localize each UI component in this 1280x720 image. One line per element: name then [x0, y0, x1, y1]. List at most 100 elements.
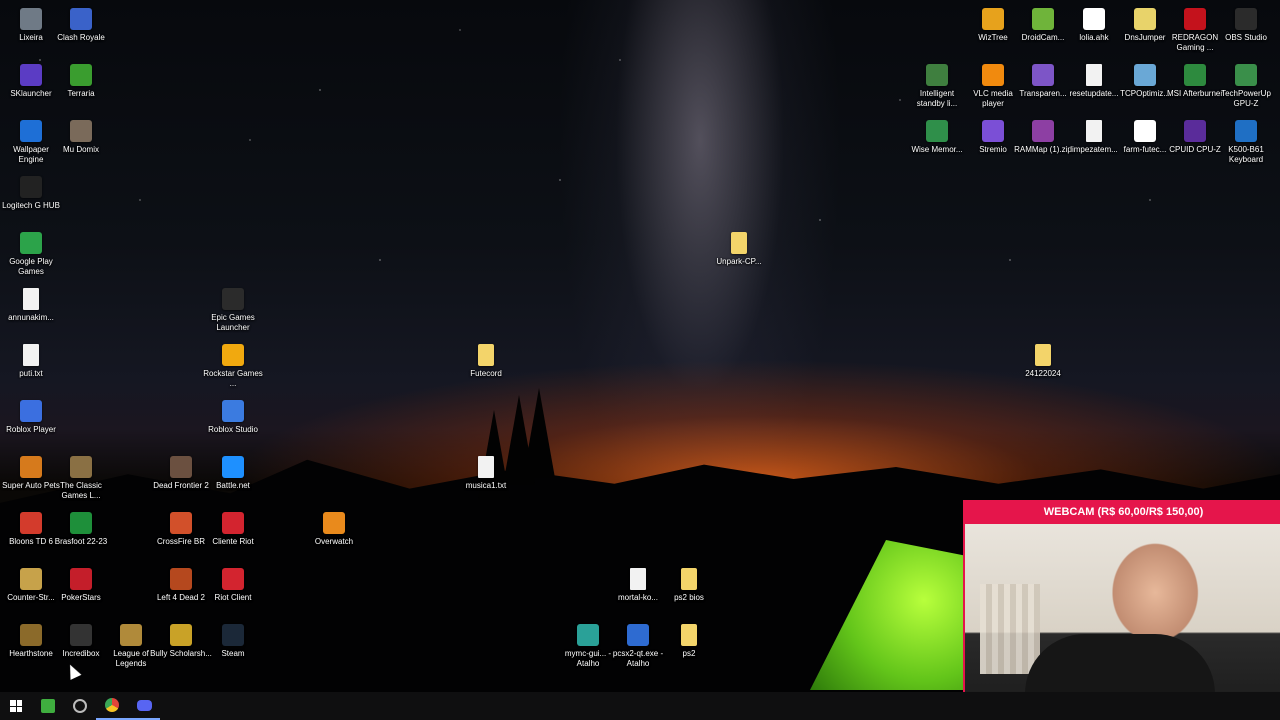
desktop-icon[interactable]: Cliente Riot [202, 508, 264, 566]
obs-studio-icon [1235, 8, 1257, 30]
folder-icon [681, 568, 697, 590]
taskbar-app-green[interactable] [32, 692, 64, 720]
desktop-icon[interactable]: Google Play Games [0, 228, 62, 286]
wise-memory-icon [926, 120, 948, 142]
windows-logo-icon [10, 700, 22, 712]
transparent-icon [1032, 64, 1054, 86]
desktop-icon[interactable]: Brasfoot 22-23 [50, 508, 112, 566]
webcam-overlay: WEBCAM (R$ 60,00/R$ 150,00) [963, 500, 1280, 720]
desktop-icon-label: Epic Games Launcher [211, 313, 255, 332]
desktop-icon[interactable]: Epic Games Launcher [202, 284, 264, 342]
desktop-icon[interactable]: K500-B61 Keyboard [1215, 116, 1277, 174]
desktop-icon[interactable]: ps2 bios [658, 564, 720, 622]
desktop-icon[interactable]: puti.txt [0, 340, 62, 398]
desktop-icon[interactable]: Rockstar Games ... [202, 340, 264, 398]
pcsx2-shortcut-icon [627, 624, 649, 646]
desktop-icon-label: Wise Memor... [911, 145, 963, 154]
desktop-icon-label: Riot Client [214, 593, 252, 602]
ahk-file-icon [1083, 8, 1105, 30]
epic-games-icon [222, 288, 244, 310]
desktop-icon[interactable]: Roblox Player [0, 396, 62, 454]
google-play-games-icon [20, 232, 42, 254]
clash-royale-icon [70, 8, 92, 30]
desktop-icon-label: PokerStars [61, 593, 101, 602]
document-icon [1086, 64, 1102, 86]
desktop-icon-label: Logitech G HUB [2, 201, 60, 210]
hearthstone-icon [20, 624, 42, 646]
desktop-icon[interactable]: Wise Memor... [906, 116, 968, 174]
desktop-icon-label: ps2 [682, 649, 696, 658]
desktop-icon[interactable]: Riot Client [202, 564, 264, 622]
overwatch-icon [323, 512, 345, 534]
taskbar-obs[interactable] [64, 692, 96, 720]
brasfoot-icon [70, 512, 92, 534]
desktop-icon[interactable]: ps2 [658, 620, 720, 678]
desktop-icon[interactable]: Mu Domix [50, 116, 112, 174]
text-file-icon [23, 344, 39, 366]
pokerstars-icon [70, 568, 92, 590]
sklauncher-icon [20, 64, 42, 86]
stremio-icon [982, 120, 1004, 142]
roblox-player-icon [20, 400, 42, 422]
super-auto-pets-icon [20, 456, 42, 478]
mymc-shortcut-icon [577, 624, 599, 646]
dead-frontier-icon [170, 456, 192, 478]
desktop-icon-label: Futecord [470, 369, 502, 378]
desktop-icon[interactable]: The Classic Games L... [50, 452, 112, 510]
desktop-icon-label: Unpark-CP... [716, 257, 762, 266]
taskbar [0, 692, 1280, 720]
desktop-icon[interactable]: musica1.txt [455, 452, 517, 510]
mu-domix-icon [70, 120, 92, 142]
chrome-icon [105, 698, 119, 712]
dnsjumper-icon [1134, 8, 1156, 30]
text-file-icon [478, 456, 494, 478]
desktop-icon[interactable]: OBS Studio [1215, 4, 1277, 62]
desktop-icon-label: K500-B61 Keyboard [1228, 145, 1264, 164]
desktop-icon-label: Rockstar Games ... [203, 369, 263, 388]
desktop-icon[interactable]: Terraria [50, 60, 112, 118]
recycle-bin-icon [20, 8, 42, 30]
desktop-icon-label: Battle.net [216, 481, 250, 490]
desktop-icon-label: Overwatch [314, 537, 354, 546]
webcam-feed [965, 524, 1280, 720]
desktop-icon[interactable]: annunakim... [0, 284, 62, 342]
cpu-z-icon [1184, 120, 1206, 142]
desktop-icon[interactable]: TechPowerUp GPU-Z [1215, 60, 1277, 118]
desktop-icon-label: Roblox Player [6, 425, 56, 434]
desktop-icon[interactable]: Steam [202, 620, 264, 678]
desktop-icon[interactable]: Clash Royale [50, 4, 112, 62]
desktop-icon-label: The Classic Games L... [60, 481, 102, 500]
start-button[interactable] [0, 692, 32, 720]
folder-icon [681, 624, 697, 646]
standby-list-icon [926, 64, 948, 86]
taskbar-discord[interactable] [128, 692, 160, 720]
riot-client-icon [222, 512, 244, 534]
incredibox-icon [70, 624, 92, 646]
obs-studio-icon [73, 699, 87, 713]
tcp-optimizer-icon [1134, 64, 1156, 86]
desktop-icon-label: musica1.txt [465, 481, 507, 490]
webcam-title: WEBCAM (R$ 60,00/R$ 150,00) [965, 500, 1280, 524]
desktop-icon[interactable]: Overwatch [303, 508, 365, 566]
desktop-icon[interactable]: PokerStars [50, 564, 112, 622]
crossfire-icon [170, 512, 192, 534]
desktop-icon-label: Brasfoot 22-23 [54, 537, 108, 546]
desktop-icon[interactable]: Futecord [455, 340, 517, 398]
desktop-icon[interactable]: Logitech G HUB [0, 172, 62, 230]
desktop-icon[interactable]: Roblox Studio [202, 396, 264, 454]
desktop-icon[interactable]: Unpark-CP... [708, 228, 770, 286]
taskbar-chrome[interactable] [96, 692, 128, 720]
wiztree-icon [982, 8, 1004, 30]
desktop-icon-label: puti.txt [19, 369, 43, 378]
desktop-icon-label: OBS Studio [1225, 33, 1267, 42]
folder-icon [1035, 344, 1051, 366]
document-icon [1086, 120, 1102, 142]
desktop-icon[interactable]: Battle.net [202, 452, 264, 510]
desktop-icon-label: Steam [221, 649, 245, 658]
desktop-icon[interactable]: Intelligent standby li... [906, 60, 968, 118]
desktop-icon[interactable]: 24122024 [1012, 340, 1074, 398]
terraria-icon [70, 64, 92, 86]
desktop-icon-label: Clash Royale [57, 33, 105, 42]
desktop-icon-label: 24122024 [1025, 369, 1061, 378]
desktop-icon-label: Roblox Studio [208, 425, 258, 434]
